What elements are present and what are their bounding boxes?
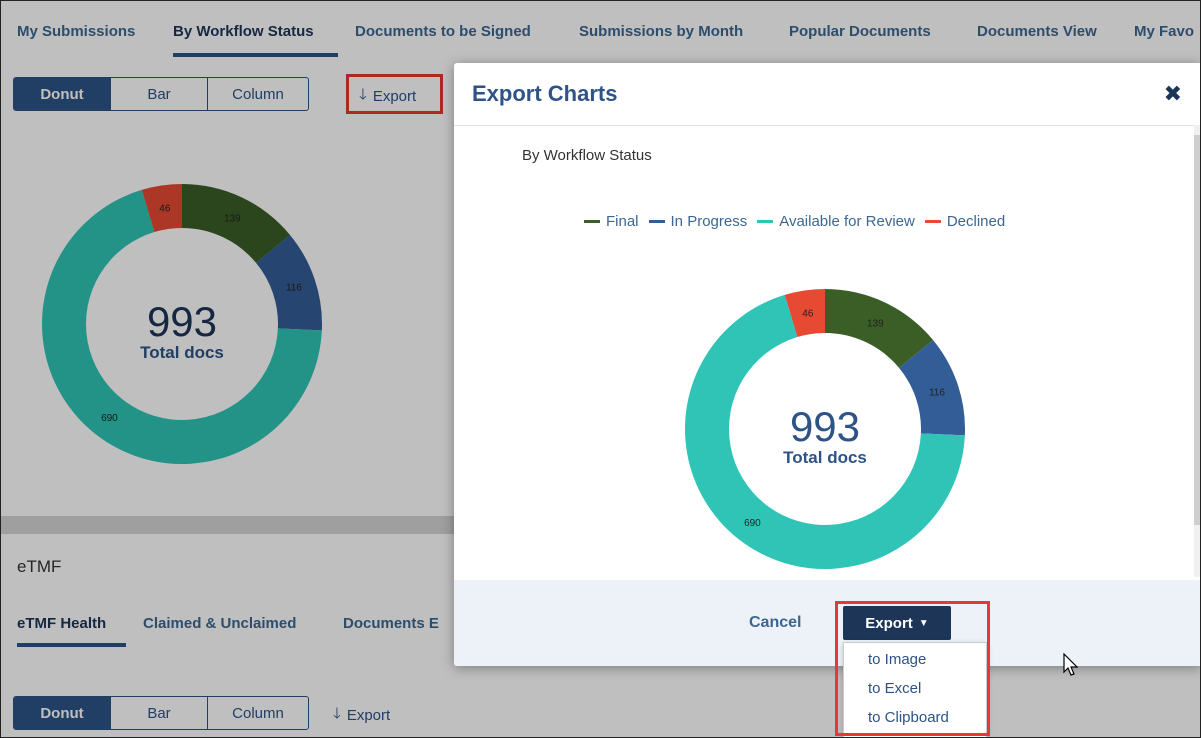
donut-data-label: 46 bbox=[802, 308, 814, 319]
chart-title: By Workflow Status bbox=[522, 147, 652, 164]
modal-title: Export Charts bbox=[472, 81, 618, 106]
legend-swatch bbox=[757, 220, 774, 223]
legend-swatch bbox=[584, 220, 600, 223]
app-window: My Submissions By Workflow Status Docume… bbox=[0, 0, 1201, 738]
legend-item[interactable]: In Progress bbox=[648, 213, 748, 230]
legend-item[interactable]: Final bbox=[584, 213, 639, 230]
modal-donut-chart: 139 116 690 46 993 Total docs bbox=[685, 289, 965, 569]
legend-item[interactable]: Declined bbox=[924, 213, 1006, 230]
mouse-cursor-icon bbox=[1063, 653, 1079, 676]
modal-total-value: 993 bbox=[790, 403, 860, 450]
modal-scroll-thumb[interactable] bbox=[1194, 135, 1200, 525]
modal-header: Export Charts ✖ bbox=[454, 63, 1200, 126]
modal-footer bbox=[454, 580, 1200, 666]
legend-label: Declined bbox=[946, 213, 1006, 230]
cancel-button[interactable]: Cancel bbox=[749, 614, 801, 632]
legend-label: Final bbox=[606, 213, 639, 230]
highlight-box-export-menu bbox=[835, 601, 990, 736]
legend-label: In Progress bbox=[670, 213, 748, 230]
chart-legend: Final In Progress Available for Review Decl… bbox=[584, 213, 1005, 230]
modal-total-label: Total docs bbox=[783, 448, 867, 467]
legend-label: Available for Review bbox=[779, 213, 915, 230]
legend-item[interactable]: Available for Review bbox=[757, 213, 915, 230]
close-icon[interactable]: ✖ bbox=[1164, 81, 1182, 107]
donut-data-label: 139 bbox=[867, 318, 884, 329]
export-charts-modal: Export Charts ✖ By Workflow Status Final… bbox=[454, 63, 1200, 666]
donut-data-label: 116 bbox=[929, 388, 945, 399]
donut-data-label: 690 bbox=[744, 518, 761, 529]
legend-swatch bbox=[924, 220, 941, 223]
legend-swatch bbox=[648, 220, 665, 223]
